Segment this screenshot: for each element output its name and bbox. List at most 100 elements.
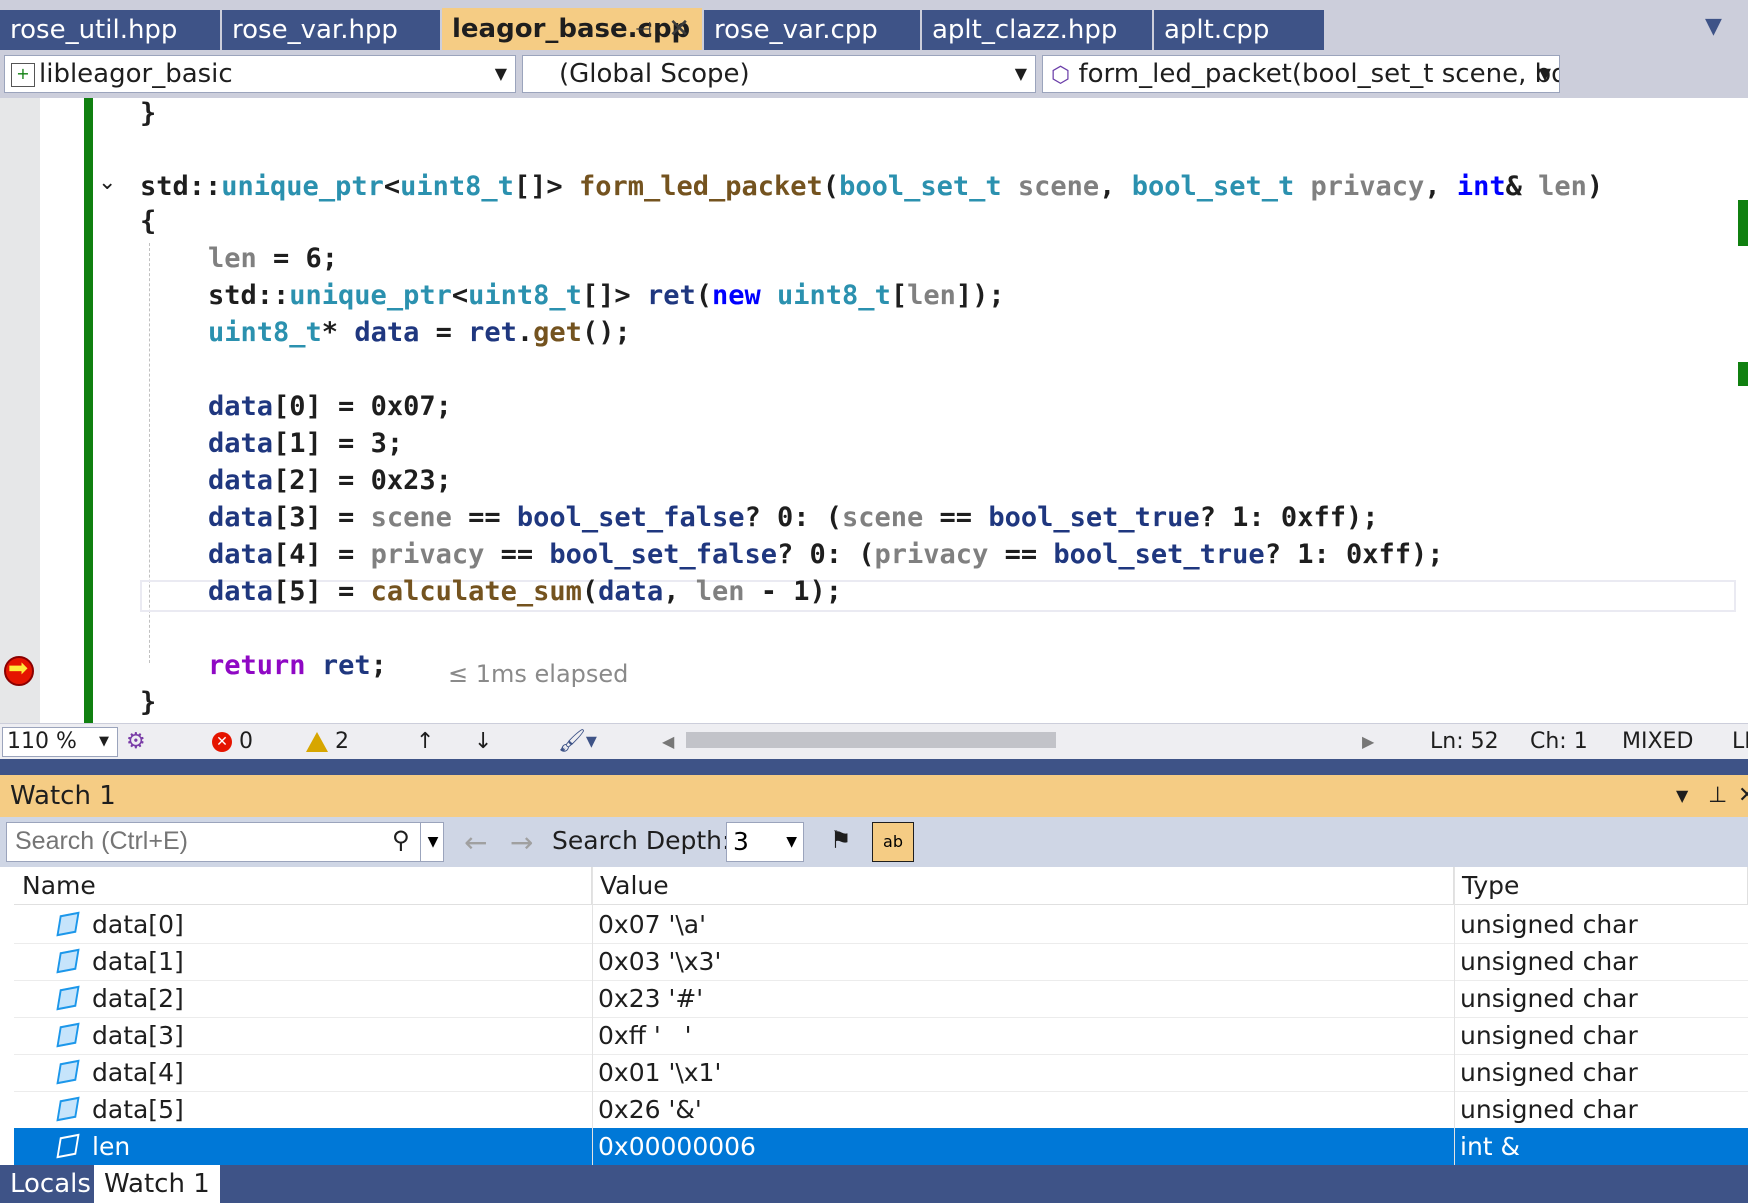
collapse-chevron-icon[interactable]: ⌄ xyxy=(98,170,116,195)
variable-icon xyxy=(56,948,80,974)
line-ending[interactable]: MIXED xyxy=(1622,724,1693,760)
watch-row-selected[interactable]: len 0x00000006 int & xyxy=(14,1128,1748,1166)
token: < xyxy=(383,171,401,202)
watch-value[interactable]: 0x00000006 xyxy=(598,1128,756,1165)
watch-name: data[5] xyxy=(92,1095,184,1124)
code-cleanup-icon[interactable]: 🖌▾ xyxy=(558,724,597,760)
execution-pointer-icon[interactable]: ➡ xyxy=(4,654,34,686)
code-line: { xyxy=(140,206,157,237)
warning-icon xyxy=(306,732,328,752)
scroll-right-icon[interactable]: ▶ xyxy=(1362,724,1374,760)
search-options-dropdown[interactable]: ▼ xyxy=(420,822,445,862)
column-header-name[interactable]: Name xyxy=(14,867,592,905)
scope-name: (Global Scope) xyxy=(559,59,750,89)
tab-rose-util-hpp[interactable]: rose_util.hpp xyxy=(0,10,220,50)
intellicode-icon[interactable]: ⚙ xyxy=(126,724,146,760)
zoom-dropdown[interactable]: 110 % ▼ xyxy=(2,727,118,757)
watch-row[interactable]: data[1] 0x03 '\x3' unsigned char xyxy=(14,943,1748,981)
tab-leagor-base-cpp[interactable]: leagor_base.cpp ⊣ ✕ xyxy=(442,8,702,50)
pin-icon[interactable]: ⊥ xyxy=(1708,775,1727,817)
code-line: len = 6; xyxy=(208,243,339,274)
code-line: std::unique_ptr<uint8_t[]> ret(new uint8… xyxy=(208,280,1005,311)
project-dropdown[interactable]: + libleagor_basic ▼ xyxy=(4,55,516,93)
column-divider[interactable] xyxy=(592,867,593,1165)
watch-type: unsigned char xyxy=(1460,1095,1638,1124)
chevron-down-icon: ▼ xyxy=(494,64,507,83)
watch-value[interactable]: 0x26 '&' xyxy=(598,1091,702,1128)
search-next-icon[interactable]: → xyxy=(510,826,533,859)
search-icon[interactable]: ⚲ xyxy=(392,826,410,854)
horizontal-scrollbar-thumb[interactable] xyxy=(686,732,1056,748)
watch-value[interactable]: 0x07 '\a' xyxy=(598,906,706,943)
warning-count[interactable]: 2 xyxy=(306,724,349,760)
chevron-down-icon: ▼ xyxy=(1538,64,1551,83)
code-line-signature: std::unique_ptr<uint8_t[]> form_led_pack… xyxy=(140,171,1604,202)
close-icon[interactable]: ✕ xyxy=(1738,775,1748,817)
variable-icon xyxy=(56,1096,80,1122)
watch-type: unsigned char xyxy=(1460,910,1638,939)
watch-value[interactable]: 0xff ' ' xyxy=(598,1017,691,1054)
tab-rose-var-hpp[interactable]: rose_var.hpp xyxy=(222,10,440,50)
watch-search-box[interactable] xyxy=(6,822,444,862)
search-depth-dropdown[interactable]: 3 ▼ xyxy=(726,822,804,862)
watch-type: unsigned char xyxy=(1460,1058,1638,1087)
arrow-up-icon[interactable]: ↑ xyxy=(416,724,434,760)
token: int xyxy=(1456,171,1506,202)
tab-label: leagor_base.cpp xyxy=(452,14,691,44)
search-previous-icon[interactable]: ← xyxy=(464,826,487,859)
watch-type: unsigned char xyxy=(1460,1021,1638,1050)
watch-name: data[1] xyxy=(92,947,184,976)
watch-row[interactable]: data[3] 0xff ' ' unsigned char xyxy=(14,1017,1748,1055)
arrow-down-icon[interactable]: ↓ xyxy=(474,724,492,760)
watch-row[interactable]: data[0] 0x07 '\a' unsigned char xyxy=(14,906,1748,944)
token: []> xyxy=(513,171,563,202)
watch-value[interactable]: 0x23 '#' xyxy=(598,980,703,1017)
window-position-dropdown-icon[interactable]: ▼ xyxy=(1676,775,1688,817)
token: bool_set_t xyxy=(839,171,1002,202)
column-number: Ch: 1 xyxy=(1530,729,1588,754)
code-line: data[3] = scene == bool_set_false? 0: (s… xyxy=(208,502,1379,533)
token: unique_ptr xyxy=(221,171,384,202)
pin-to-source-icon[interactable]: ⚑ xyxy=(830,826,852,854)
watch-name: len xyxy=(92,1132,131,1161)
member-dropdown[interactable]: ⬡ form_led_packet(bool_set_t scene, bool… xyxy=(1042,55,1560,93)
code-line: uint8_t* data = ret.get(); xyxy=(208,317,631,348)
watch-row[interactable]: data[2] 0x23 '#' unsigned char xyxy=(14,980,1748,1018)
view-string-format-button[interactable]: ab xyxy=(872,822,914,862)
token: privacy xyxy=(1310,171,1425,202)
watch-search-input[interactable] xyxy=(7,823,385,859)
encoding[interactable]: LF xyxy=(1732,724,1748,760)
token: bool_set_t xyxy=(1131,171,1295,202)
tab-aplt-clazz-hpp[interactable]: aplt_clazz.hpp xyxy=(922,10,1152,50)
close-icon[interactable]: ✕ xyxy=(668,8,690,50)
pin-icon[interactable]: ⊣ xyxy=(635,8,652,50)
change-tracking-bar xyxy=(84,98,93,723)
tab-list-dropdown-icon[interactable]: ▼ xyxy=(1705,14,1722,39)
panel-splitter[interactable] xyxy=(0,759,1748,775)
column-divider[interactable] xyxy=(1454,867,1455,1165)
indicator-margin[interactable] xyxy=(0,98,40,723)
tab-aplt-cpp[interactable]: aplt.cpp xyxy=(1154,10,1324,50)
tab-rose-var-cpp[interactable]: rose_var.cpp xyxy=(704,10,920,50)
scroll-left-icon[interactable]: ◀ xyxy=(662,724,674,760)
code-line: } xyxy=(140,98,157,129)
tab-locals[interactable]: Locals xyxy=(0,1165,101,1203)
scope-dropdown[interactable]: (Global Scope) ▼ xyxy=(522,55,1036,93)
tab-watch-1[interactable]: Watch 1 xyxy=(94,1165,220,1203)
watch-value[interactable]: 0x03 '\x3' xyxy=(598,943,721,980)
token: & xyxy=(1505,171,1522,202)
watch-name: data[4] xyxy=(92,1058,184,1087)
code-line: return ret; xyxy=(208,650,387,681)
code-line: data[5] = calculate_sum(data, len - 1); xyxy=(208,576,843,607)
watch-row[interactable]: data[5] 0x26 '&' unsigned char xyxy=(14,1091,1748,1129)
member-cube-icon: ⬡ xyxy=(1051,63,1071,88)
watch-row[interactable]: data[4] 0x01 '\x1' unsigned char xyxy=(14,1054,1748,1092)
code-line: } xyxy=(140,687,157,718)
column-header-value[interactable]: Value xyxy=(592,867,1454,905)
variable-icon xyxy=(56,985,80,1011)
token: scene xyxy=(1017,171,1100,202)
zoom-level: 110 % xyxy=(7,729,77,754)
error-count[interactable]: ✕ 0 xyxy=(212,724,253,760)
watch-value[interactable]: 0x01 '\x1' xyxy=(598,1054,721,1091)
column-header-type[interactable]: Type xyxy=(1454,867,1748,905)
